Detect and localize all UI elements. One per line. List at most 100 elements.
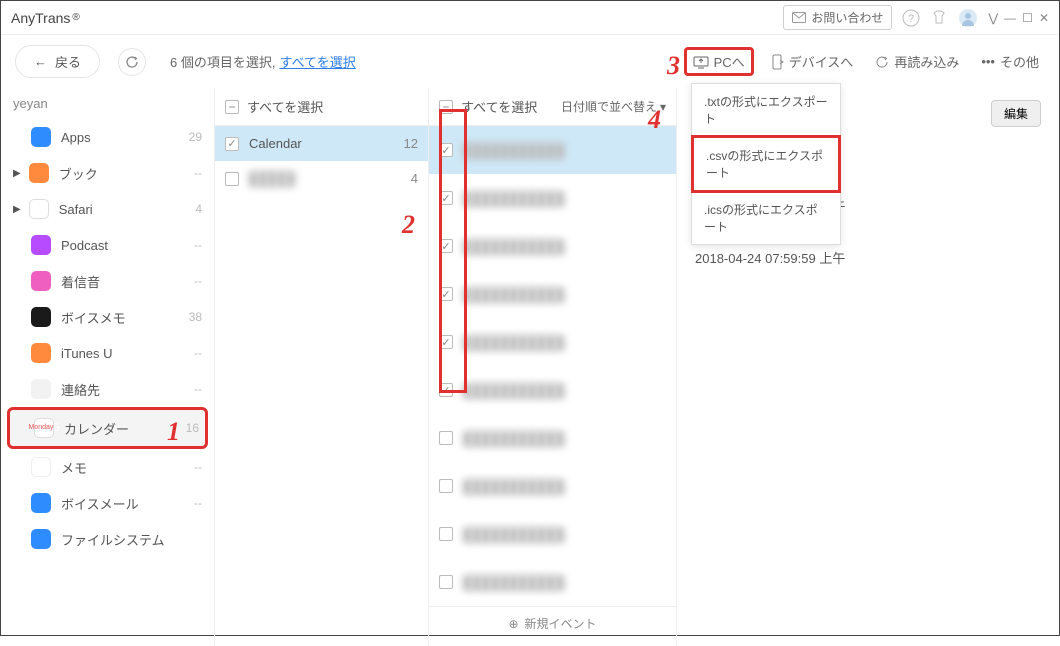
export-csv[interactable]: .csvの形式にエクスポート — [691, 135, 841, 193]
sidebar-item-vm[interactable]: ボイスメール -- — [7, 485, 208, 521]
sidebar-item-label: Apps — [61, 130, 91, 145]
refresh-button[interactable] — [118, 48, 146, 76]
sidebar-item-book[interactable]: ▶ブック-- — [7, 155, 208, 191]
sidebar-item-count: -- — [194, 460, 202, 474]
checkbox[interactable]: ✓ — [439, 191, 453, 205]
sidebar-item-label: Safari — [59, 202, 93, 217]
maximize-icon[interactable]: ☐ — [1022, 11, 1033, 25]
event-row[interactable]: ███████████ — [429, 510, 676, 558]
ring-icon — [31, 271, 51, 291]
calendar-row[interactable]: █████ 4 — [215, 161, 428, 196]
chevron-down-icon: ▾ — [660, 100, 666, 114]
event-row[interactable]: ✓ ███████████ — [429, 222, 676, 270]
sidebar-item-voice[interactable]: ボイスメモ38 — [7, 299, 208, 335]
checkbox[interactable] — [439, 431, 453, 445]
event-row[interactable]: ✓ ███████████ — [429, 270, 676, 318]
event-row[interactable]: ███████████ — [429, 462, 676, 510]
sidebar-item-count: -- — [194, 496, 202, 510]
memo-icon — [31, 457, 51, 477]
export-txt[interactable]: .txtの形式にエクスポート — [692, 84, 840, 136]
back-button[interactable]: ← 戻る — [15, 45, 100, 78]
sidebar-item-contact[interactable]: 連絡先 -- — [7, 371, 208, 407]
help-icon[interactable]: ? — [902, 9, 920, 27]
event-list-column: − すべてを選択 日付順で並べ替え ▾ ✓███████████✓███████… — [429, 88, 677, 646]
sidebar-item-label: カレンダー — [64, 419, 129, 438]
checkbox[interactable]: ✓ — [439, 335, 453, 349]
sort-button[interactable]: 日付順で並べ替え ▾ — [561, 98, 666, 115]
vm-icon — [31, 493, 51, 513]
select-all-link[interactable]: すべてを選択 — [279, 52, 355, 71]
arrow-left-icon: ← — [34, 54, 47, 69]
user-icon[interactable] — [958, 8, 978, 28]
event-row[interactable]: ✓███████████ — [429, 318, 676, 366]
checkbox[interactable]: ✓ — [439, 143, 453, 157]
end-date-value: 2018-04-24 07:59:59 上午 — [695, 248, 1041, 267]
to-device-button[interactable]: デバイスへ — [764, 48, 860, 75]
checkbox[interactable] — [439, 527, 453, 541]
close-icon[interactable]: ✕ — [1039, 11, 1049, 25]
chevron-right-icon: ▶ — [13, 204, 21, 215]
sidebar-item-ring[interactable]: 着信音-- — [7, 263, 208, 299]
checkbox[interactable]: ✓ — [439, 239, 453, 253]
chevron-right-icon: ▶ — [13, 168, 21, 179]
checkbox[interactable]: ✓ — [439, 287, 453, 301]
sidebar-item-fs[interactable]: ファイルシステム — [7, 521, 208, 557]
sidebar-item-label: 連絡先 — [61, 380, 100, 399]
calendar-count: 4 — [411, 171, 418, 186]
event-row[interactable]: ███████████ — [429, 414, 676, 462]
calendar-count: 12 — [404, 136, 418, 151]
more-button[interactable]: ••• その他 — [975, 48, 1045, 75]
sidebar-item-label: 着信音 — [61, 272, 100, 291]
sidebar-item-memo[interactable]: メモ -- — [7, 449, 208, 485]
calendar-name: █████ — [249, 171, 295, 186]
safari-icon — [29, 199, 49, 219]
cal-icon: Monday5 — [34, 418, 54, 438]
sidebar-item-count: -- — [194, 382, 202, 396]
checkbox[interactable] — [225, 172, 239, 186]
edit-button[interactable]: 編集 — [991, 100, 1041, 127]
minimize-icon[interactable]: — — [1004, 11, 1016, 25]
event-row[interactable]: ✓███████████ — [429, 366, 676, 414]
sidebar-item-count: -- — [194, 166, 202, 180]
event-title: ███████████ — [463, 527, 564, 542]
checkbox[interactable]: ✓ — [439, 383, 453, 397]
shirt-icon[interactable] — [930, 9, 948, 27]
sidebar-item-itu[interactable]: iTunes U-- — [7, 335, 208, 371]
reload-button[interactable]: 再読み込み — [869, 48, 965, 75]
checkbox[interactable] — [439, 575, 453, 589]
contact-button[interactable]: お問い合わせ — [783, 5, 892, 30]
event-title: ███████████ — [463, 287, 564, 302]
deselect-all-icon[interactable]: − — [225, 100, 239, 114]
sidebar-item-apps[interactable]: Apps29 — [7, 119, 208, 155]
pod-icon — [31, 235, 51, 255]
calendar-row[interactable]: ✓Calendar12 — [215, 126, 428, 161]
new-event-button[interactable]: ⊕ 新規イベント — [429, 606, 676, 640]
event-title: ███████████ — [463, 239, 564, 254]
sidebar-item-safari[interactable]: ▶Safari4 — [7, 191, 208, 227]
event-title: ███████████ — [463, 143, 564, 158]
event-row[interactable]: ███████████ — [429, 558, 676, 606]
event-title: ███████████ — [463, 479, 564, 494]
svg-text:?: ? — [908, 13, 914, 25]
event-row[interactable]: ✓ ███████████ — [429, 126, 676, 174]
sidebar-item-cal[interactable]: Monday5カレンダー16 — [7, 407, 208, 449]
voice-icon — [31, 307, 51, 327]
sidebar-item-count: -- — [194, 238, 202, 252]
sidebar-item-label: ボイスメール — [61, 494, 139, 513]
to-pc-button[interactable]: PCへ — [684, 47, 754, 76]
sidebar: yeyan Apps29▶ブック--▶Safari4Podcast--着信音--… — [1, 88, 215, 646]
export-dropdown: .txtの形式にエクスポート .csvの形式にエクスポート .icsの形式にエク… — [691, 83, 841, 245]
checkbox[interactable] — [439, 479, 453, 493]
titlebar: AnyTrans® お問い合わせ ? ⋁ — ☐ ✕ — [1, 1, 1059, 35]
event-row[interactable]: ✓███████████ — [429, 174, 676, 222]
sidebar-item-pod[interactable]: Podcast-- — [7, 227, 208, 263]
menu-v-icon[interactable]: ⋁ — [988, 11, 998, 25]
selection-info: 6 個の項目を選択, すべてを選択 — [170, 52, 356, 71]
checkbox[interactable]: ✓ — [225, 137, 239, 151]
trademark: ® — [72, 12, 79, 23]
export-ics[interactable]: .icsの形式にエクスポート — [692, 192, 840, 244]
dots-icon: ••• — [981, 54, 995, 69]
deselect-all-icon[interactable]: − — [439, 100, 453, 114]
sidebar-item-label: iTunes U — [61, 346, 113, 361]
sidebar-item-label: メモ — [61, 458, 87, 477]
